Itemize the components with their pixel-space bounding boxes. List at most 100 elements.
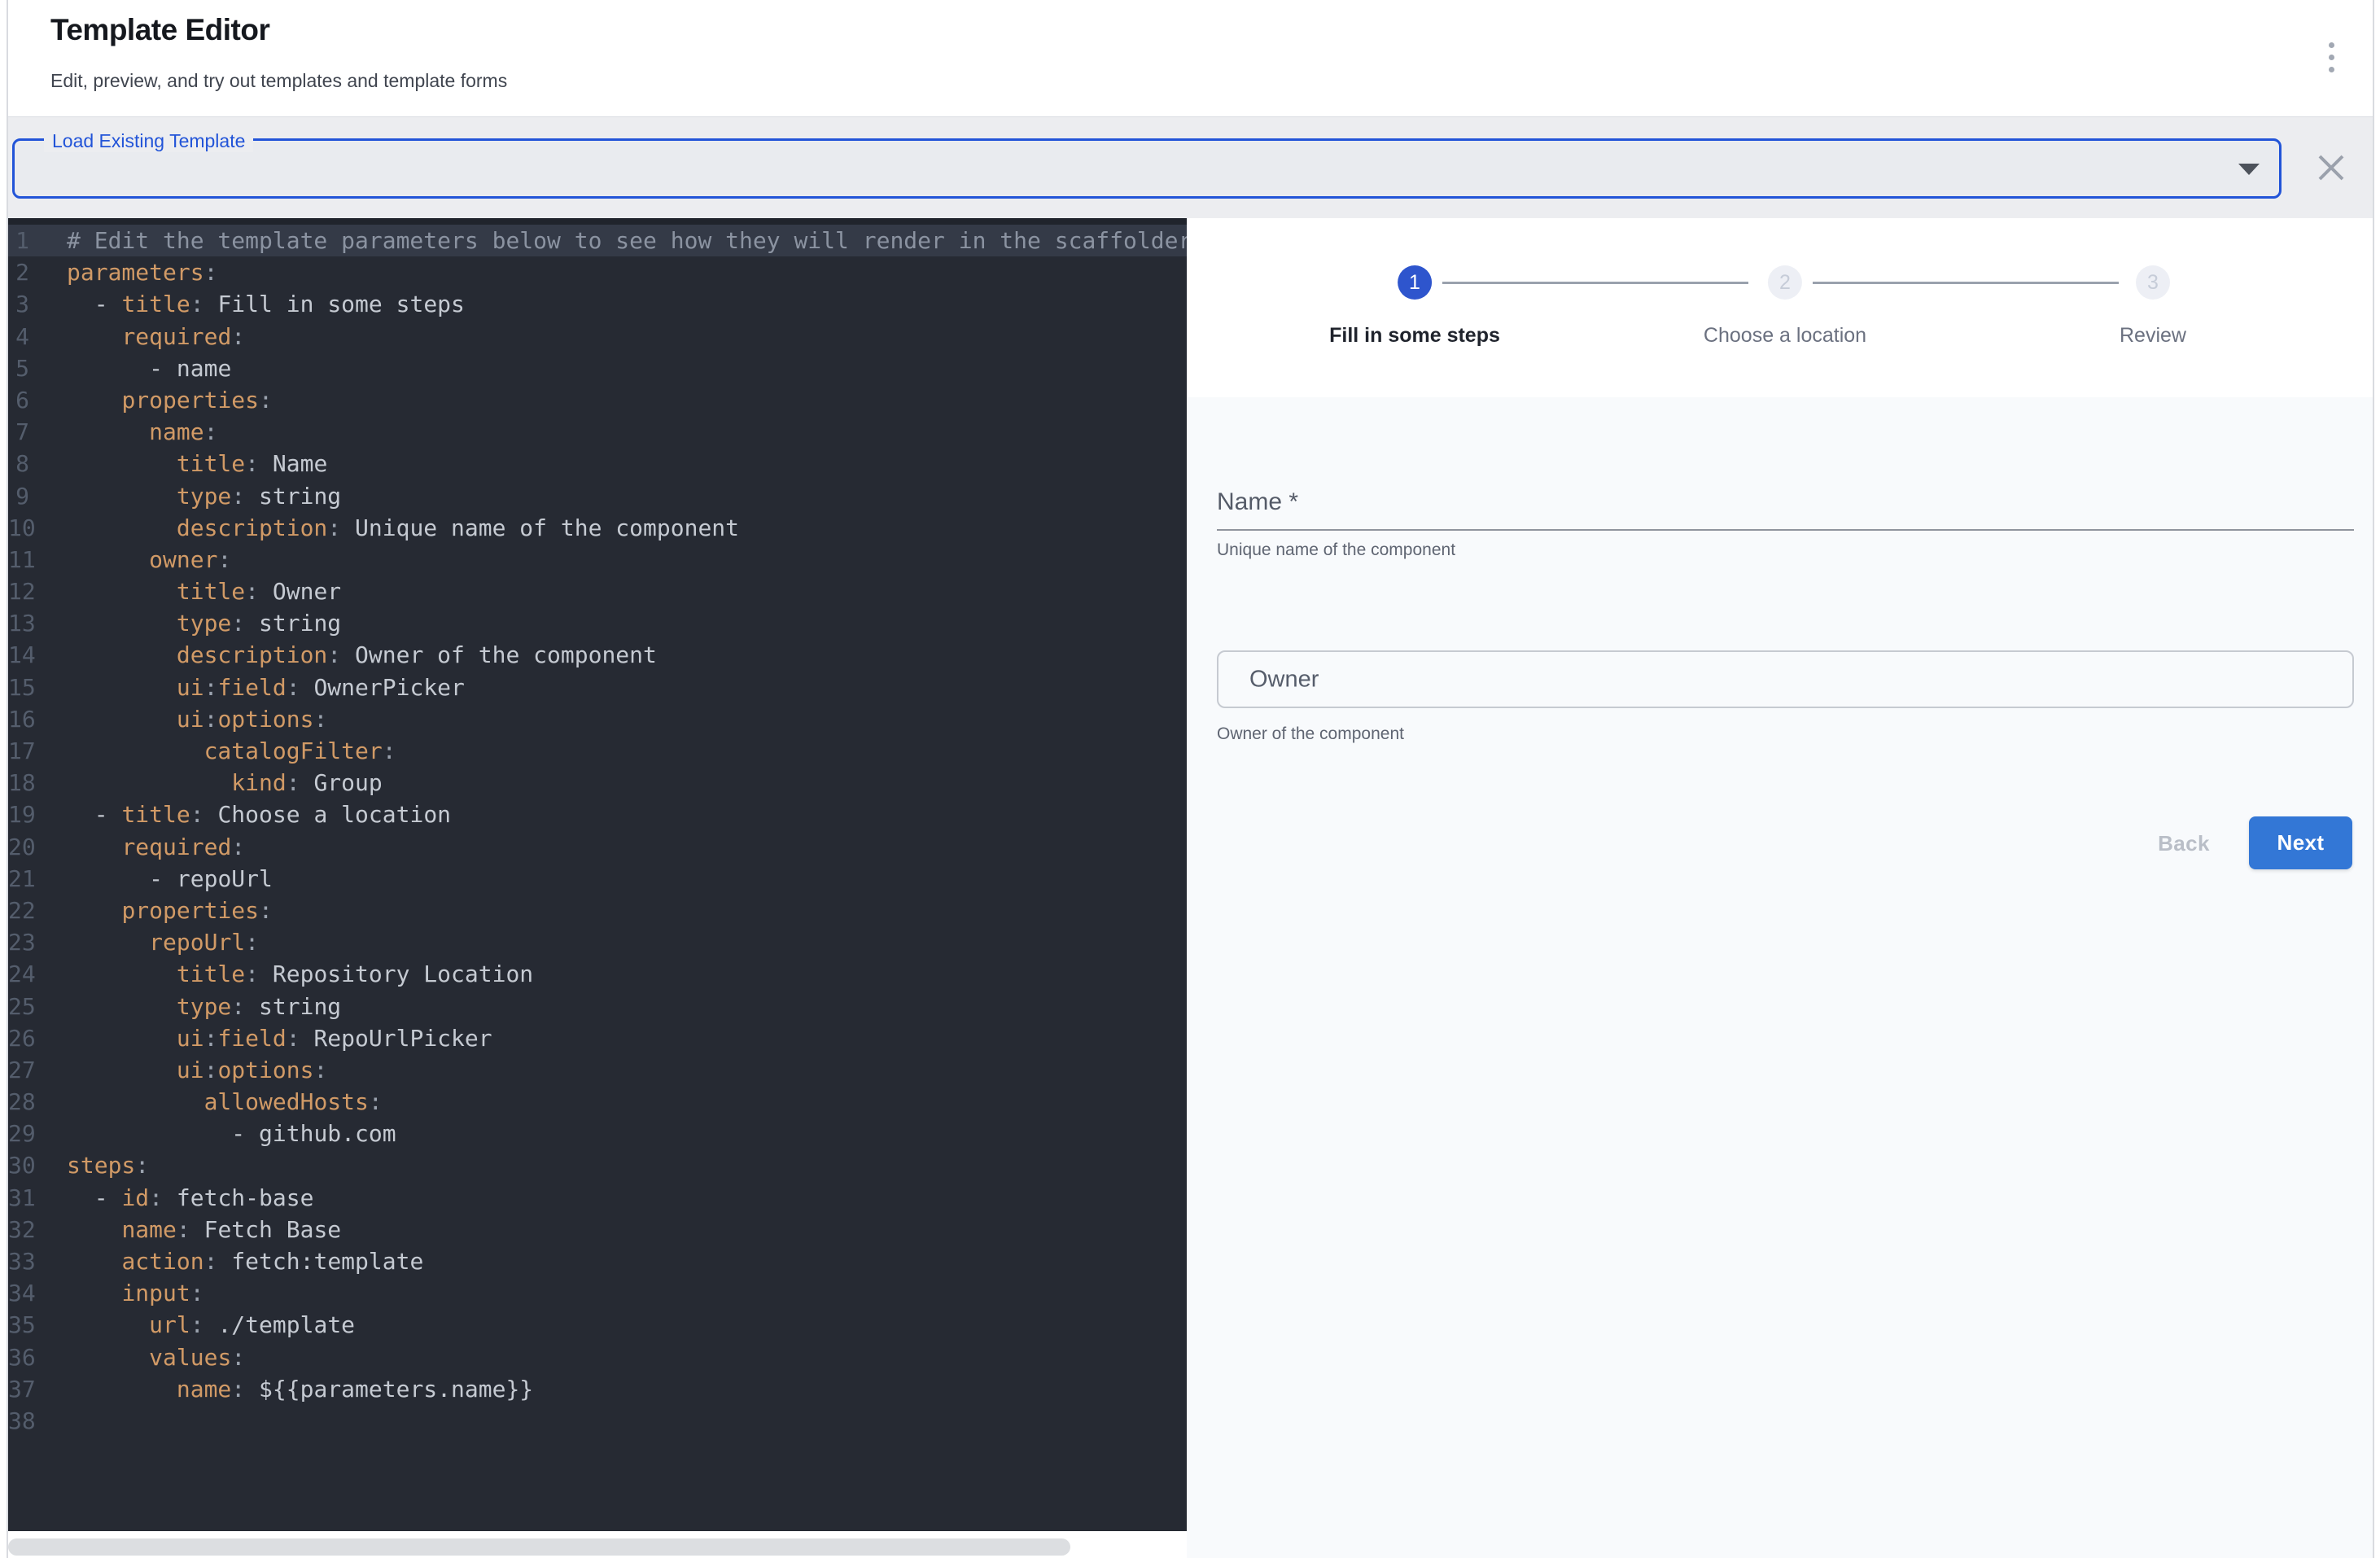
step-number-badge: 3 [2136, 265, 2170, 300]
line-number: 8 [8, 448, 29, 479]
code-line[interactable]: 31 - id: fetch-base [8, 1182, 1187, 1214]
code-line[interactable]: 15 ui:field: OwnerPicker [8, 672, 1187, 703]
name-field-label: Name * [1217, 488, 1298, 516]
code-text: required: [29, 831, 245, 863]
code-line[interactable]: 8 title: Name [8, 448, 1187, 479]
code-line[interactable]: 10 description: Unique name of the compo… [8, 512, 1187, 544]
code-line[interactable]: 12 title: Owner [8, 575, 1187, 607]
step-fill-in-some-steps[interactable]: 1 Fill in some steps [1329, 265, 1500, 348]
line-number: 5 [8, 352, 29, 384]
line-number: 13 [8, 607, 29, 639]
load-template-bar: Load Existing Template [8, 117, 2373, 218]
line-number: 2 [8, 256, 29, 288]
code-text: # Edit the template parameters below to … [29, 225, 1187, 256]
clear-template-button[interactable] [2308, 132, 2354, 204]
code-line[interactable]: 11 owner: [8, 544, 1187, 575]
code-line[interactable]: 24 title: Repository Location [8, 958, 1187, 990]
page-title: Template Editor [50, 13, 269, 47]
code-line[interactable]: 20 required: [8, 831, 1187, 863]
code-line[interactable]: 23 repoUrl: [8, 926, 1187, 958]
code-line[interactable]: 1# Edit the template parameters below to… [8, 225, 1187, 256]
code-text: title: Repository Location [29, 958, 533, 990]
code-line[interactable]: 6 properties: [8, 384, 1187, 416]
code-line[interactable]: 2parameters: [8, 256, 1187, 288]
code-text: values: [29, 1341, 245, 1373]
line-number: 23 [8, 926, 29, 958]
form-panel: Name * Unique name of the component Owne… [1187, 397, 2373, 1558]
code-text: - repoUrl [29, 863, 273, 895]
code-text: url: ./template [29, 1309, 355, 1341]
code-text: name: [29, 416, 217, 448]
kebab-menu-icon [2329, 55, 2334, 60]
line-number: 15 [8, 672, 29, 703]
name-field[interactable] [1217, 475, 2354, 531]
code-line[interactable]: 4 required: [8, 321, 1187, 352]
code-line[interactable]: 18 kind: Group [8, 767, 1187, 799]
code-text: ui:options: [29, 703, 327, 735]
code-text: title: Name [29, 448, 327, 479]
code-text: type: string [29, 480, 341, 512]
code-line[interactable]: 19 - title: Choose a location [8, 799, 1187, 830]
next-button[interactable]: Next [2249, 816, 2352, 869]
code-line[interactable]: 32 name: Fetch Base [8, 1214, 1187, 1245]
code-line[interactable]: 13 type: string [8, 607, 1187, 639]
code-line[interactable]: 17 catalogFilter: [8, 735, 1187, 767]
line-number: 32 [8, 1214, 29, 1245]
code-line[interactable]: 29 - github.com [8, 1118, 1187, 1149]
code-line[interactable]: 38 [8, 1405, 1187, 1437]
code-line[interactable]: 3 - title: Fill in some steps [8, 288, 1187, 320]
editor-hscrollbar-thumb[interactable] [8, 1538, 1070, 1556]
code-line[interactable]: 22 properties: [8, 895, 1187, 926]
code-line[interactable]: 30steps: [8, 1149, 1187, 1181]
code-text: - id: fetch-base [29, 1182, 313, 1214]
code-text: title: Owner [29, 575, 341, 607]
template-editor-app: Template Editor Edit, preview, and try o… [0, 0, 2380, 1558]
code-line[interactable]: 28 allowedHosts: [8, 1086, 1187, 1118]
code-text: catalogFilter: [29, 735, 396, 767]
line-number: 25 [8, 991, 29, 1022]
kebab-menu-icon [2329, 67, 2334, 72]
code-line[interactable]: 33 action: fetch:template [8, 1245, 1187, 1277]
code-line[interactable]: 37 name: ${{parameters.name}} [8, 1373, 1187, 1405]
code-editor[interactable]: 1# Edit the template parameters below to… [8, 218, 1187, 1531]
more-options-button[interactable] [2310, 33, 2352, 81]
line-number: 1 [8, 225, 29, 256]
step-number-badge: 2 [1768, 265, 1802, 300]
code-text: name: ${{parameters.name}} [29, 1373, 533, 1405]
code-text: properties: [29, 895, 273, 926]
code-line[interactable]: 26 ui:field: RepoUrlPicker [8, 1022, 1187, 1054]
step-label: Choose a location [1704, 324, 1866, 348]
code-text: kind: Group [29, 767, 383, 799]
code-line[interactable]: 27 ui:options: [8, 1054, 1187, 1086]
close-icon [2313, 150, 2349, 186]
code-text: - title: Fill in some steps [29, 288, 465, 320]
editor-hscrollbar-track [8, 1531, 1187, 1558]
code-line[interactable]: 35 url: ./template [8, 1309, 1187, 1341]
owner-field[interactable]: Owner [1217, 650, 2354, 708]
code-line[interactable]: 5 - name [8, 352, 1187, 384]
code-line[interactable]: 21 - repoUrl [8, 863, 1187, 895]
code-text: owner: [29, 544, 231, 575]
code-text: input: [29, 1277, 204, 1309]
line-number: 12 [8, 575, 29, 607]
line-number: 29 [8, 1118, 29, 1149]
page-left-border [7, 0, 8, 1558]
code-text: action: fetch:template [29, 1245, 423, 1277]
code-line[interactable]: 36 values: [8, 1341, 1187, 1373]
code-line[interactable]: 9 type: string [8, 480, 1187, 512]
step-choose-a-location[interactable]: 2 Choose a location [1704, 265, 1866, 348]
code-text: required: [29, 321, 245, 352]
code-line[interactable]: 14 description: Owner of the component [8, 639, 1187, 671]
code-text: properties: [29, 384, 273, 416]
load-existing-template-select[interactable]: Load Existing Template [12, 138, 2282, 199]
step-review[interactable]: 3 Review [2120, 265, 2186, 348]
line-number: 11 [8, 544, 29, 575]
code-text: type: string [29, 991, 341, 1022]
back-button[interactable]: Back [2131, 821, 2237, 866]
code-line[interactable]: 25 type: string [8, 991, 1187, 1022]
step-label: Fill in some steps [1329, 324, 1500, 348]
code-line[interactable]: 16 ui:options: [8, 703, 1187, 735]
code-line[interactable]: 34 input: [8, 1277, 1187, 1309]
code-line[interactable]: 7 name: [8, 416, 1187, 448]
step-number-badge: 1 [1398, 265, 1432, 300]
